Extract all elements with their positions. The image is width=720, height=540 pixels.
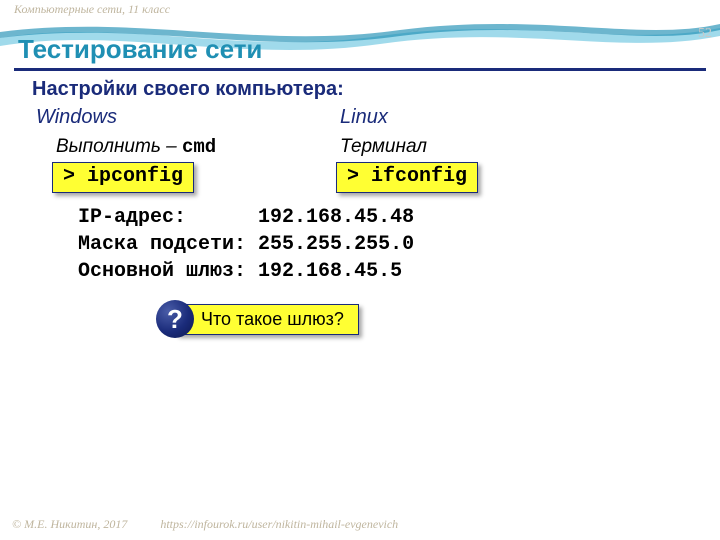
gateway-label: Основной шлюз: (78, 260, 246, 283)
section-subtitle: Настройки своего компьютера: (32, 78, 344, 101)
cmd-text: cmd (182, 136, 216, 158)
page-number: 52 (698, 26, 712, 42)
mask-value: 255.255.255.0 (258, 233, 414, 256)
os-heading-windows: Windows (36, 106, 117, 129)
terminal-label: Терминал (340, 136, 427, 158)
title-underline (14, 68, 706, 71)
run-dash: – (161, 136, 182, 157)
slide-title: Тестирование сети (18, 34, 262, 65)
ip-value: 192.168.45.48 (258, 206, 414, 229)
question-mark-icon: ? (156, 300, 194, 338)
mask-label: Маска подсети: (78, 233, 246, 256)
command-ipconfig: > ipconfig (52, 162, 194, 193)
run-label: Выполнить (56, 136, 161, 157)
question-text: Что такое шлюз? (176, 304, 359, 335)
network-info-block: IP-адрес: 192.168.45.48 Маска подсети: 2… (78, 204, 414, 285)
os-heading-linux: Linux (340, 106, 388, 129)
command-ifconfig: > ifconfig (336, 162, 478, 193)
gateway-value: 192.168.45.5 (258, 260, 402, 283)
copyright-text: © М.Е. Никитин, 2017 (12, 517, 127, 531)
run-command-hint: Выполнить – cmd (56, 136, 216, 158)
source-url: https://infourok.ru/user/nikitin-mihail-… (160, 517, 398, 531)
ip-label: IP-адрес: (78, 206, 186, 229)
slide-footer: © М.Е. Никитин, 2017 https://infourok.ru… (12, 517, 398, 532)
